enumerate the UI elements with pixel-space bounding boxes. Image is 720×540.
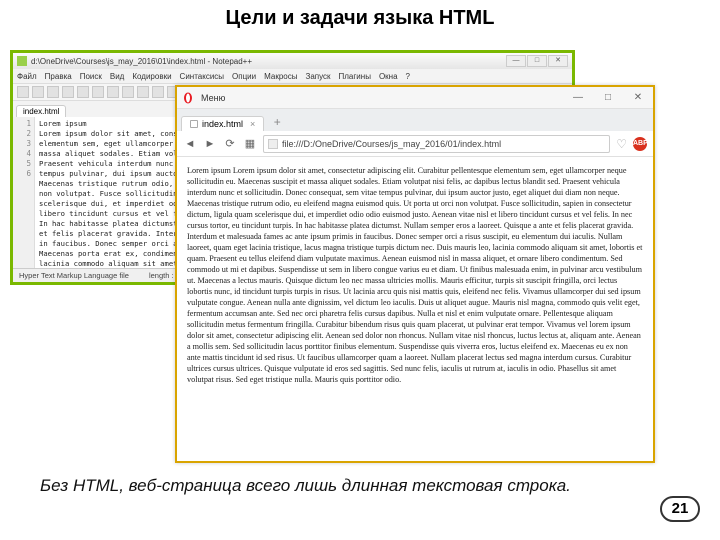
opera-minimize-button[interactable]: — — [563, 87, 593, 109]
new-tab-button[interactable]: + — [268, 113, 286, 131]
opera-titlebar[interactable]: Меню — □ ✕ — [177, 87, 653, 109]
menu-encoding[interactable]: Кодировки — [132, 72, 171, 81]
npp-tab-index[interactable]: index.html — [16, 105, 66, 117]
tool-new-icon[interactable] — [17, 86, 29, 98]
menu-help[interactable]: ? — [406, 72, 410, 81]
menu-plugins[interactable]: Плагины — [339, 72, 371, 81]
tool-save-icon[interactable] — [47, 86, 59, 98]
menu-macro[interactable]: Макросы — [264, 72, 297, 81]
npp-titlebar[interactable]: d:\OneDrive\Courses\js_may_2016\01\index… — [13, 53, 572, 69]
menu-search[interactable]: Поиск — [80, 72, 102, 81]
maximize-button[interactable]: □ — [527, 55, 547, 67]
minimize-button[interactable]: — — [506, 55, 526, 67]
page-icon — [268, 139, 278, 149]
opera-tab-index[interactable]: index.html × — [181, 116, 264, 131]
tool-paste-icon[interactable] — [137, 86, 149, 98]
tool-close-icon[interactable] — [77, 86, 89, 98]
tool-print-icon[interactable] — [92, 86, 104, 98]
tool-saveall-icon[interactable] — [62, 86, 74, 98]
nav-speeddial-button[interactable]: ▦ — [243, 137, 257, 151]
nav-reload-button[interactable]: ⟳ — [223, 137, 237, 151]
tool-open-icon[interactable] — [32, 86, 44, 98]
menu-settings[interactable]: Опции — [232, 72, 256, 81]
url-text: file:///D:/OneDrive/Courses/js_may_2016/… — [282, 139, 501, 149]
url-input[interactable]: file:///D:/OneDrive/Courses/js_may_2016/… — [263, 135, 610, 153]
nav-back-button[interactable]: ◄ — [183, 137, 197, 151]
npp-title-text: d:\OneDrive\Courses\js_may_2016\01\index… — [31, 57, 506, 66]
bookmark-heart-icon[interactable]: ♡ — [616, 137, 627, 151]
file-icon — [190, 120, 198, 128]
nav-forward-button[interactable]: ► — [203, 137, 217, 151]
tool-copy-icon[interactable] — [122, 86, 134, 98]
opera-addressbar: ◄ ► ⟳ ▦ file:///D:/OneDrive/Courses/js_m… — [177, 131, 653, 157]
line-number-gutter: 123456 — [13, 117, 35, 268]
status-filetype: Hyper Text Markup Language file — [19, 271, 129, 280]
opera-logo-icon[interactable] — [177, 87, 199, 109]
opera-maximize-button[interactable]: □ — [593, 87, 623, 109]
menu-edit[interactable]: Правка — [45, 72, 72, 81]
menu-run[interactable]: Запуск — [305, 72, 330, 81]
close-button[interactable]: ✕ — [548, 55, 568, 67]
menu-window[interactable]: Окна — [379, 72, 398, 81]
opera-tabstrip[interactable]: index.html × + — [177, 109, 653, 131]
slide-title: Цели и задачи языка HTML — [0, 0, 720, 30]
opera-window: Меню — □ ✕ index.html × + ◄ ► ⟳ ▦ file:/… — [175, 85, 655, 463]
menu-view[interactable]: Вид — [110, 72, 124, 81]
page-number-badge: 21 — [660, 496, 700, 522]
npp-menubar[interactable]: Файл Правка Поиск Вид Кодировки Синтакси… — [13, 69, 572, 83]
opera-menu-button[interactable]: Меню — [201, 93, 225, 103]
tab-close-icon[interactable]: × — [250, 119, 255, 129]
opera-tab-label: index.html — [202, 119, 243, 129]
page-content[interactable]: Lorem ipsum Lorem ipsum dolor sit amet, … — [177, 157, 653, 461]
adblock-icon[interactable]: ABP — [633, 137, 647, 151]
slide-footer: Без HTML, веб-страница всего лишь длинна… — [40, 475, 600, 497]
notepadpp-icon — [17, 56, 27, 66]
tool-cut-icon[interactable] — [107, 86, 119, 98]
menu-file[interactable]: Файл — [17, 72, 37, 81]
opera-close-button[interactable]: ✕ — [623, 87, 653, 109]
menu-language[interactable]: Синтаксисы — [180, 72, 225, 81]
tool-undo-icon[interactable] — [152, 86, 164, 98]
